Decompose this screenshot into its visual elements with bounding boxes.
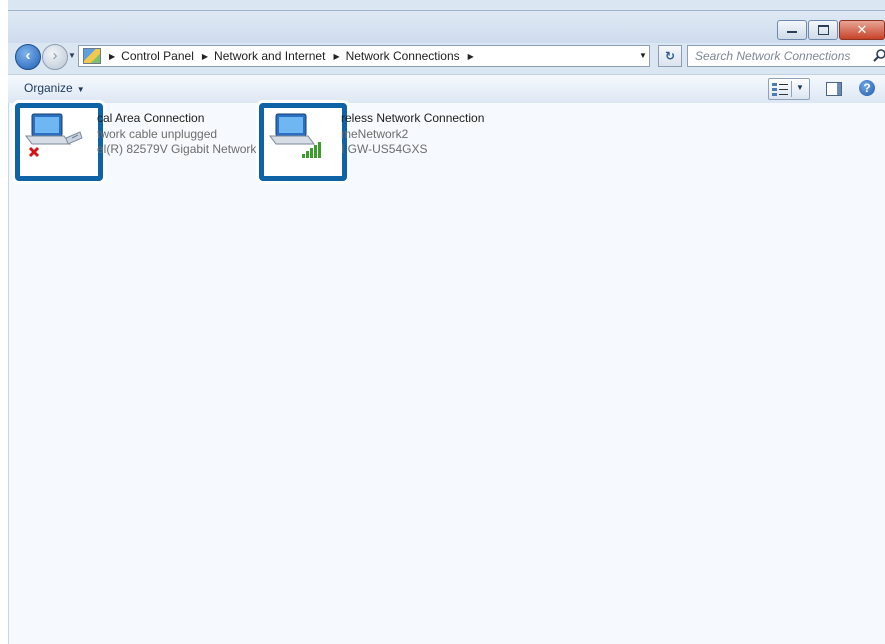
caption-buttons: ✕ (776, 20, 885, 40)
monitor-signal-icon (269, 113, 321, 158)
wired-network-disconnected-icon (15, 103, 103, 181)
maximize-button[interactable] (808, 20, 838, 40)
change-view-button[interactable]: ▼ (768, 78, 810, 100)
connection-details: cal Area Connection twork cable unplugge… (97, 111, 268, 158)
forward-button[interactable]: › (42, 44, 68, 70)
connection-details: reless Network Connection meNetwork2 I G… (341, 111, 484, 158)
title-bar: ✕ (8, 10, 885, 43)
monitor-icon (25, 113, 83, 158)
control-panel-icon (83, 48, 101, 64)
chevron-down-icon: ▼ (76, 85, 85, 94)
breadcrumb-separator-icon[interactable]: ▶ (202, 52, 208, 61)
breadcrumb-network-connections[interactable]: Network Connections (346, 49, 460, 63)
refresh-button[interactable]: ↻ (658, 45, 682, 67)
close-icon: ✕ (856, 22, 868, 37)
close-button[interactable]: ✕ (839, 20, 885, 40)
divider (791, 81, 792, 97)
back-button[interactable]: ‹ (15, 44, 41, 70)
breadcrumb-separator-icon[interactable]: ▶ (468, 52, 474, 61)
search-input[interactable] (688, 46, 865, 66)
address-row: ‹ › ▼ ▶ Control Panel ▶ Network and Inte… (8, 42, 885, 70)
list-item-local-area-connection[interactable]: cal Area Connection twork cable unplugge… (9, 103, 268, 181)
connection-name: reless Network Connection (341, 111, 485, 125)
help-icon[interactable]: ? (859, 80, 875, 96)
wireless-network-icon (259, 103, 347, 181)
minimize-icon (787, 31, 797, 33)
address-bar[interactable]: ▶ Control Panel ▶ Network and Internet ▶… (78, 45, 650, 67)
minimize-button[interactable] (777, 20, 807, 40)
maximize-icon (818, 25, 829, 35)
address-history-dropdown[interactable]: ▼ (636, 46, 650, 66)
view-options-dropdown-icon[interactable]: ▼ (796, 83, 804, 92)
connection-status: meNetwork2 (341, 126, 409, 141)
breadcrumb-control-panel[interactable]: Control Panel (121, 49, 194, 63)
connection-device: I GW-US54GXS (341, 142, 428, 156)
breadcrumb-separator-icon[interactable]: ▶ (333, 52, 339, 61)
search-box[interactable] (687, 45, 885, 67)
connection-device: el(R) 82579V Gigabit Network C (97, 142, 269, 156)
preview-pane-icon[interactable] (826, 82, 842, 96)
organize-label: Organize (24, 81, 73, 95)
explorer-window: ✕ ‹ › ▼ ▶ Control Panel ▶ Network and In… (0, 0, 885, 644)
recent-pages-dropdown[interactable]: ▼ (68, 51, 76, 60)
connections-list: cal Area Connection twork cable unplugge… (8, 103, 885, 644)
list-item-wireless-network-connection[interactable]: reless Network Connection meNetwork2 I G… (259, 103, 499, 181)
connection-name: cal Area Connection (97, 111, 205, 125)
connection-status: twork cable unplugged (97, 126, 218, 141)
breadcrumb-separator-icon[interactable]: ▶ (109, 52, 115, 61)
breadcrumb-network-and-internet[interactable]: Network and Internet (214, 49, 325, 63)
search-icon[interactable] (872, 48, 885, 64)
organize-menu-button[interactable]: Organize ▼ (24, 81, 85, 95)
command-bar: Organize ▼ ▼ ? (8, 74, 885, 104)
details-view-icon (772, 83, 788, 96)
